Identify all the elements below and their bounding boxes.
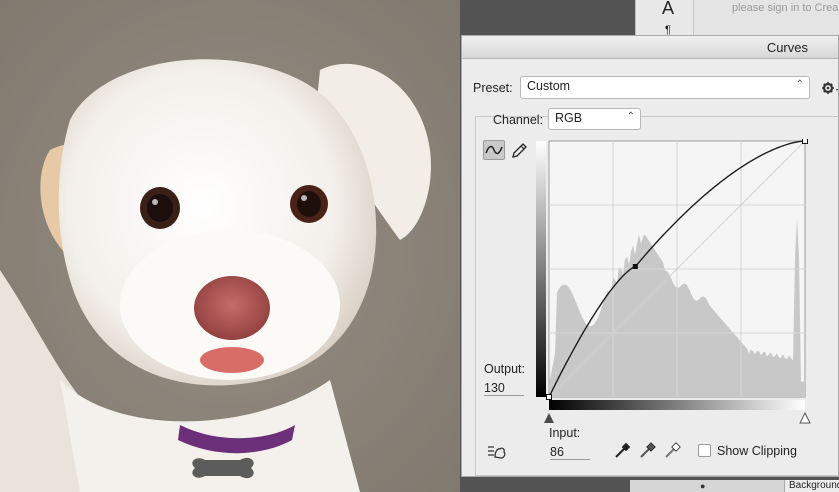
curves-dialog: Curves Preset: Custom ⌃ Channel: RGB ⌃ O… — [461, 35, 839, 477]
curves-graph[interactable] — [536, 139, 811, 431]
gear-icon[interactable] — [821, 81, 839, 95]
show-clipping-label[interactable]: Show Clipping — [717, 444, 797, 458]
input-gradient-bar — [549, 400, 805, 410]
input-label: Input: — [549, 426, 581, 440]
dialog-titlebar[interactable]: Curves — [462, 36, 838, 59]
white-point-slider-icon[interactable] — [799, 411, 811, 424]
document-canvas[interactable] — [0, 0, 460, 492]
workspace-background — [460, 0, 635, 36]
input-field[interactable]: 86 — [550, 445, 590, 460]
type-tool-icon[interactable]: A — [662, 0, 674, 19]
preset-select[interactable]: Custom ⌃ — [520, 76, 810, 99]
white-eyedropper-icon[interactable] — [663, 442, 681, 460]
preset-value: Custom — [527, 79, 571, 93]
chevron-down-icon: ⌃ — [626, 111, 635, 122]
curve-edit-button[interactable] — [483, 140, 505, 160]
gray-eyedropper-icon[interactable] — [638, 442, 656, 460]
preset-label: Preset: — [473, 81, 513, 95]
eye-icon[interactable]: ● — [700, 481, 705, 491]
dog-photo — [0, 0, 460, 492]
chevron-down-icon: ⌃ — [795, 79, 804, 90]
channel-value: RGB — [555, 111, 583, 125]
channel-select[interactable]: RGB ⌃ — [548, 108, 641, 130]
layer-background[interactable]: Background — [784, 480, 839, 492]
hand-target-icon[interactable] — [486, 443, 508, 461]
curve-control-point[interactable] — [632, 263, 638, 269]
show-clipping-checkbox[interactable] — [698, 444, 711, 457]
black-eyedropper-icon[interactable] — [613, 442, 631, 460]
libraries-sign-in-message: please sign in to Crea — [732, 2, 839, 14]
curve-edit-icon — [485, 145, 503, 155]
output-label: Output: — [484, 362, 525, 376]
output-field[interactable]: 130 — [484, 381, 524, 396]
pencil-button[interactable] — [509, 140, 531, 160]
curve-endpoint-black[interactable] — [546, 394, 552, 400]
pencil-icon — [512, 143, 527, 158]
channel-label: Channel: — [493, 113, 544, 127]
output-gradient-bar — [536, 141, 546, 397]
dialog-title: Curves — [766, 40, 808, 55]
black-point-slider-icon[interactable] — [544, 413, 554, 423]
curve-endpoint-white[interactable] — [802, 139, 808, 144]
